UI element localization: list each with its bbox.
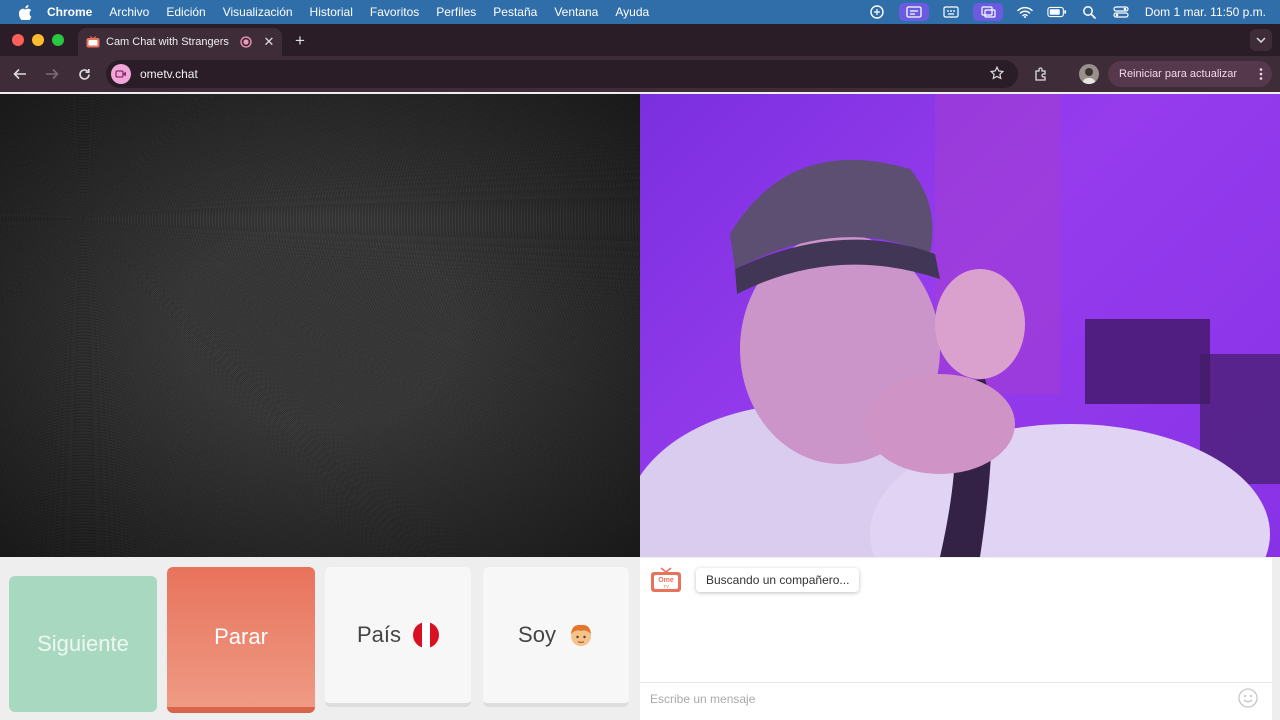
menu-edicion[interactable]: Edición <box>166 5 205 19</box>
menu-archivo[interactable]: Archivo <box>109 5 149 19</box>
chat-panel: Ome TV Buscando un compañero... <box>640 558 1272 720</box>
menubar-clock[interactable]: Dom 1 mar. 11:50 p.m. <box>1145 5 1266 19</box>
spotlight-search-icon[interactable] <box>1079 4 1099 20</box>
boy-emoji-icon <box>568 622 594 648</box>
cloud-sync-icon[interactable] <box>867 4 887 20</box>
gender-selector-label: Soy <box>518 622 556 647</box>
stop-button[interactable]: Parar <box>167 567 315 713</box>
extensions-puzzle-icon[interactable] <box>1033 66 1049 82</box>
bookmark-star-icon[interactable] <box>989 65 1005 80</box>
emoji-smiley-icon[interactable] <box>1238 688 1258 708</box>
menu-perfiles[interactable]: Perfiles <box>436 5 476 19</box>
local-webcam-video <box>640 94 1280 557</box>
menu-favoritos[interactable]: Favoritos <box>370 5 419 19</box>
new-tab-button[interactable]: + <box>292 31 308 51</box>
ometv-favicon-icon <box>86 36 100 48</box>
next-button[interactable]: Siguiente <box>9 576 157 712</box>
more-menu-icon[interactable] <box>1259 67 1263 81</box>
status-message-bubble: Buscando un compañero... <box>696 568 860 592</box>
chat-input-divider <box>640 682 1272 683</box>
apple-menu-icon[interactable] <box>17 4 33 20</box>
ometv-page: Siguiente Parar País Soy Ome TV Buscando… <box>0 92 1280 720</box>
window-zoom-button[interactable] <box>52 34 64 46</box>
url-text[interactable]: ometv.chat <box>140 67 198 81</box>
control-center-icon[interactable] <box>1111 4 1131 20</box>
screen-share-icon[interactable] <box>898 3 929 21</box>
ometv-logo: Ome TV <box>650 567 682 593</box>
browser-toolbar: ometv.chat Reiniciar para actualizar <box>0 56 1280 92</box>
back-arrow-icon[interactable] <box>12 66 28 82</box>
menu-ayuda[interactable]: Ayuda <box>615 5 649 19</box>
chat-message-input[interactable] <box>650 688 1230 710</box>
restart-to-update-label: Reiniciar para actualizar <box>1119 68 1237 80</box>
menu-visualizacion[interactable]: Visualización <box>223 5 293 19</box>
tab-title: Cam Chat with Strangers <box>106 36 229 48</box>
ometv-logo-text: Ome <box>658 577 674 584</box>
tab-search-button[interactable] <box>1250 29 1272 51</box>
menu-pestana[interactable]: Pestaña <box>493 5 537 19</box>
address-bar[interactable]: ometv.chat <box>106 60 1018 88</box>
profile-avatar[interactable] <box>1079 64 1099 84</box>
restart-to-update-button[interactable]: Reiniciar para actualizar <box>1108 61 1272 87</box>
ometv-logo-subtext: TV <box>663 584 669 589</box>
peru-flag-icon <box>413 622 440 648</box>
menu-app-chrome[interactable]: Chrome <box>47 5 92 19</box>
tab-close-icon[interactable]: ✕ <box>262 34 276 50</box>
wifi-icon[interactable] <box>1015 4 1035 20</box>
menu-historial[interactable]: Historial <box>310 5 353 19</box>
window-close-button[interactable] <box>12 34 24 46</box>
country-selector-button[interactable]: País <box>325 567 471 707</box>
next-button-label: Siguiente <box>37 631 129 656</box>
stop-button-label: Parar <box>214 624 268 649</box>
keyboard-brightness-icon[interactable] <box>941 4 961 20</box>
menubar-status-area: Dom 1 mar. 11:50 p.m. <box>855 0 1280 24</box>
menu-ventana[interactable]: Ventana <box>554 5 598 19</box>
gender-selector-button[interactable]: Soy <box>483 567 629 707</box>
macos-menu-bar: Chrome Archivo Edición Visualización His… <box>0 0 1280 24</box>
battery-icon[interactable] <box>1047 4 1067 20</box>
browser-tab-active[interactable]: Cam Chat with Strangers ✕ <box>78 28 282 56</box>
site-camera-icon[interactable] <box>111 64 131 84</box>
browser-tab-strip: Cam Chat with Strangers ✕ + <box>0 24 1280 56</box>
stranger-video-static <box>0 94 640 557</box>
forward-arrow-icon[interactable] <box>44 66 60 82</box>
country-selector-label: País <box>356 622 402 647</box>
recording-indicator-icon <box>240 36 252 48</box>
window-minimize-button[interactable] <box>32 34 44 46</box>
reload-icon[interactable] <box>76 66 92 82</box>
screen-mirror-icon[interactable] <box>972 3 1003 21</box>
